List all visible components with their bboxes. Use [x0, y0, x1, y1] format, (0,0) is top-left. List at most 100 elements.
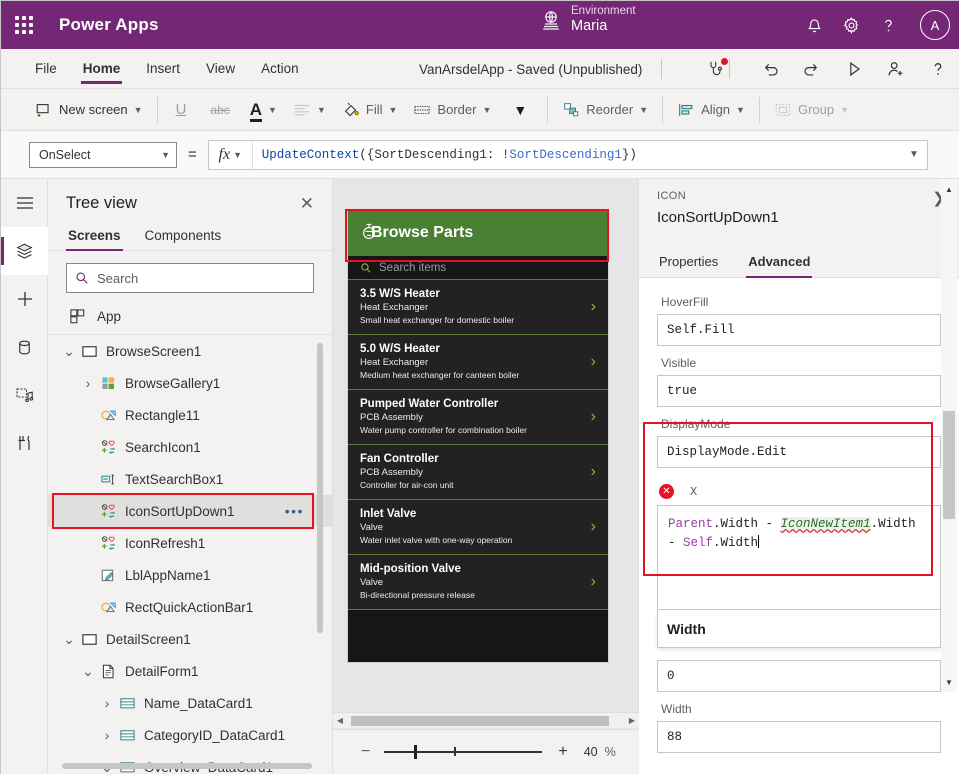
- property-value-input[interactable]: 0: [657, 660, 941, 692]
- bell-icon[interactable]: [805, 16, 824, 35]
- canvas-scroll-track[interactable]: [347, 716, 625, 726]
- property-select[interactable]: OnSelect ▼: [29, 142, 177, 168]
- rail-item-insert[interactable]: [1, 275, 48, 323]
- formula-input-wrapper[interactable]: fx ▼ UpdateContext({SortDescending1: !So…: [208, 140, 928, 170]
- share-user-icon[interactable]: [886, 59, 906, 79]
- gallery-item[interactable]: Mid-position ValveValveBi-directional pr…: [348, 555, 608, 610]
- chevron-down-icon[interactable]: ⌄: [79, 668, 97, 674]
- formula-expand-chevron[interactable]: ▼: [901, 149, 927, 160]
- tree-node-browsescreen1[interactable]: ⌄BrowseScreen1: [48, 335, 332, 367]
- tab-properties[interactable]: Properties: [657, 251, 720, 277]
- tree-node-categoryid_datacard1[interactable]: ›CategoryID_DataCard1: [48, 719, 332, 751]
- tree-horizontal-scrollbar[interactable]: [62, 763, 312, 769]
- gallery-item[interactable]: Fan ControllerPCB AssemblyController for…: [348, 445, 608, 500]
- property-value-input[interactable]: true: [657, 375, 941, 407]
- scroll-right-icon[interactable]: ▶: [625, 716, 639, 725]
- tree-node-overview_datacard1[interactable]: ⌄Overview_DataCard1: [48, 751, 332, 773]
- chevron-right-icon[interactable]: ›: [591, 353, 596, 371]
- zoom-in-button[interactable]: +: [558, 743, 567, 761]
- menu-item-action[interactable]: Action: [259, 50, 301, 88]
- chevron-down-icon[interactable]: ⌄: [60, 348, 78, 354]
- chevron-right-icon[interactable]: ›: [591, 573, 596, 591]
- chevron-right-icon[interactable]: ›: [591, 298, 596, 316]
- chevron-right-icon[interactable]: ›: [591, 408, 596, 426]
- properties-scroll-thumb[interactable]: [943, 411, 955, 519]
- redo-icon[interactable]: [802, 59, 822, 79]
- formula-input[interactable]: UpdateContext({SortDescending1: !SortDes…: [253, 148, 901, 162]
- menu-item-home[interactable]: Home: [81, 50, 123, 88]
- zoom-slider-thumb[interactable]: [414, 745, 417, 759]
- fill-button[interactable]: Fill ▼: [334, 97, 406, 123]
- tree-node-app[interactable]: App: [48, 303, 332, 335]
- menu-item-file[interactable]: File: [33, 50, 59, 88]
- tree-node-rectquickactionbar1[interactable]: RectQuickActionBar1: [48, 591, 332, 623]
- chevron-right-icon[interactable]: ›: [591, 463, 596, 481]
- border-button[interactable]: Border ▼: [405, 98, 499, 121]
- rail-item-media[interactable]: [1, 371, 48, 419]
- app-header-bar[interactable]: Browse Parts: [348, 210, 608, 256]
- align-text-button[interactable]: ▼: [285, 99, 334, 121]
- tree-vertical-scrollbar[interactable]: [317, 343, 323, 633]
- partial-field-above[interactable]: [657, 278, 941, 285]
- tree-node-rectangle11[interactable]: Rectangle11: [48, 399, 332, 431]
- undo-icon[interactable]: [760, 59, 780, 79]
- align-button[interactable]: Align ▼: [669, 98, 753, 122]
- hamburger-menu-button[interactable]: [1, 179, 48, 227]
- underline-button[interactable]: U: [164, 97, 199, 122]
- gallery-item[interactable]: 3.5 W/S HeaterHeat ExchangerSmall heat e…: [348, 280, 608, 335]
- zoom-slider[interactable]: [384, 744, 542, 760]
- property-value-input[interactable]: DisplayMode.Edit: [657, 436, 941, 468]
- property-value-input[interactable]: Self.Fill: [657, 314, 941, 346]
- strikethrough-button[interactable]: abc: [198, 99, 241, 121]
- app-launcher-button[interactable]: [1, 16, 47, 34]
- tree-node-overflow-menu[interactable]: •••: [285, 503, 304, 519]
- menu-item-insert[interactable]: Insert: [144, 50, 182, 88]
- ribbon-more-button[interactable]: ▼: [499, 98, 541, 122]
- chevron-right-icon[interactable]: ›: [591, 518, 596, 536]
- property-value-input[interactable]: 88: [657, 721, 941, 753]
- zoom-out-button[interactable]: −: [361, 743, 370, 761]
- help-icon[interactable]: [879, 16, 898, 35]
- app-search-bar[interactable]: Search items: [348, 256, 608, 280]
- menu-item-view[interactable]: View: [204, 50, 237, 88]
- gear-icon[interactable]: [842, 16, 861, 35]
- tree-node-name_datacard1[interactable]: ›Name_DataCard1: [48, 687, 332, 719]
- gallery-item[interactable]: 5.0 W/S HeaterHeat ExchangerMedium heat …: [348, 335, 608, 390]
- tree-node-textsearchbox1[interactable]: TextSearchBox1: [48, 463, 332, 495]
- help-icon[interactable]: [928, 59, 948, 79]
- rail-item-advanced-tools[interactable]: [1, 419, 48, 467]
- tab-screens[interactable]: Screens: [66, 224, 123, 250]
- avatar[interactable]: A: [920, 10, 950, 40]
- chevron-right-icon[interactable]: ›: [98, 727, 116, 743]
- chevron-right-icon[interactable]: ›: [79, 375, 97, 391]
- app-preview-screen[interactable]: Browse Parts Search items 3.5 W/S Heater…: [347, 209, 609, 663]
- tree-node-iconsortupdown1[interactable]: IconSortUpDown1•••: [48, 495, 332, 527]
- tab-advanced[interactable]: Advanced: [746, 251, 812, 277]
- group-button[interactable]: Group ▼: [766, 98, 857, 122]
- tree-node-lblappname1[interactable]: LblAppName1: [48, 559, 332, 591]
- tree-search-box[interactable]: [66, 263, 314, 293]
- search-input[interactable]: [97, 271, 305, 286]
- tree-node-browsegallery1[interactable]: ›BrowseGallery1: [48, 367, 332, 399]
- reorder-button[interactable]: Reorder ▼: [554, 97, 656, 123]
- new-screen-button[interactable]: New screen ▼: [27, 97, 151, 123]
- app-checker-icon[interactable]: [706, 59, 726, 79]
- x-formula-editor[interactable]: Parent.Width - IconNewItem1.Width- Self.…: [657, 505, 941, 610]
- canvas-scroll-thumb[interactable]: [351, 716, 609, 726]
- play-preview-icon[interactable]: [844, 59, 864, 79]
- close-icon[interactable]: ✕: [296, 193, 318, 214]
- rail-item-tree-view[interactable]: [1, 227, 48, 275]
- tree-node-detailform1[interactable]: ⌄DetailForm1: [48, 655, 332, 687]
- environment-selector[interactable]: Environment Maria: [541, 5, 636, 35]
- scroll-up-icon[interactable]: ▲: [941, 181, 957, 197]
- scroll-down-icon[interactable]: ▼: [941, 674, 957, 690]
- tab-components[interactable]: Components: [143, 224, 224, 250]
- font-color-button[interactable]: A ▼: [242, 97, 285, 122]
- chevron-down-icon[interactable]: ⌄: [60, 636, 78, 642]
- properties-scrollbar[interactable]: ▲ ▼: [941, 179, 957, 692]
- gallery-item[interactable]: Pumped Water ControllerPCB AssemblyWater…: [348, 390, 608, 445]
- scroll-left-icon[interactable]: ◀: [333, 716, 347, 725]
- tree-node-iconrefresh1[interactable]: IconRefresh1: [48, 527, 332, 559]
- rail-item-data[interactable]: [1, 323, 48, 371]
- chevron-right-icon[interactable]: ›: [98, 695, 116, 711]
